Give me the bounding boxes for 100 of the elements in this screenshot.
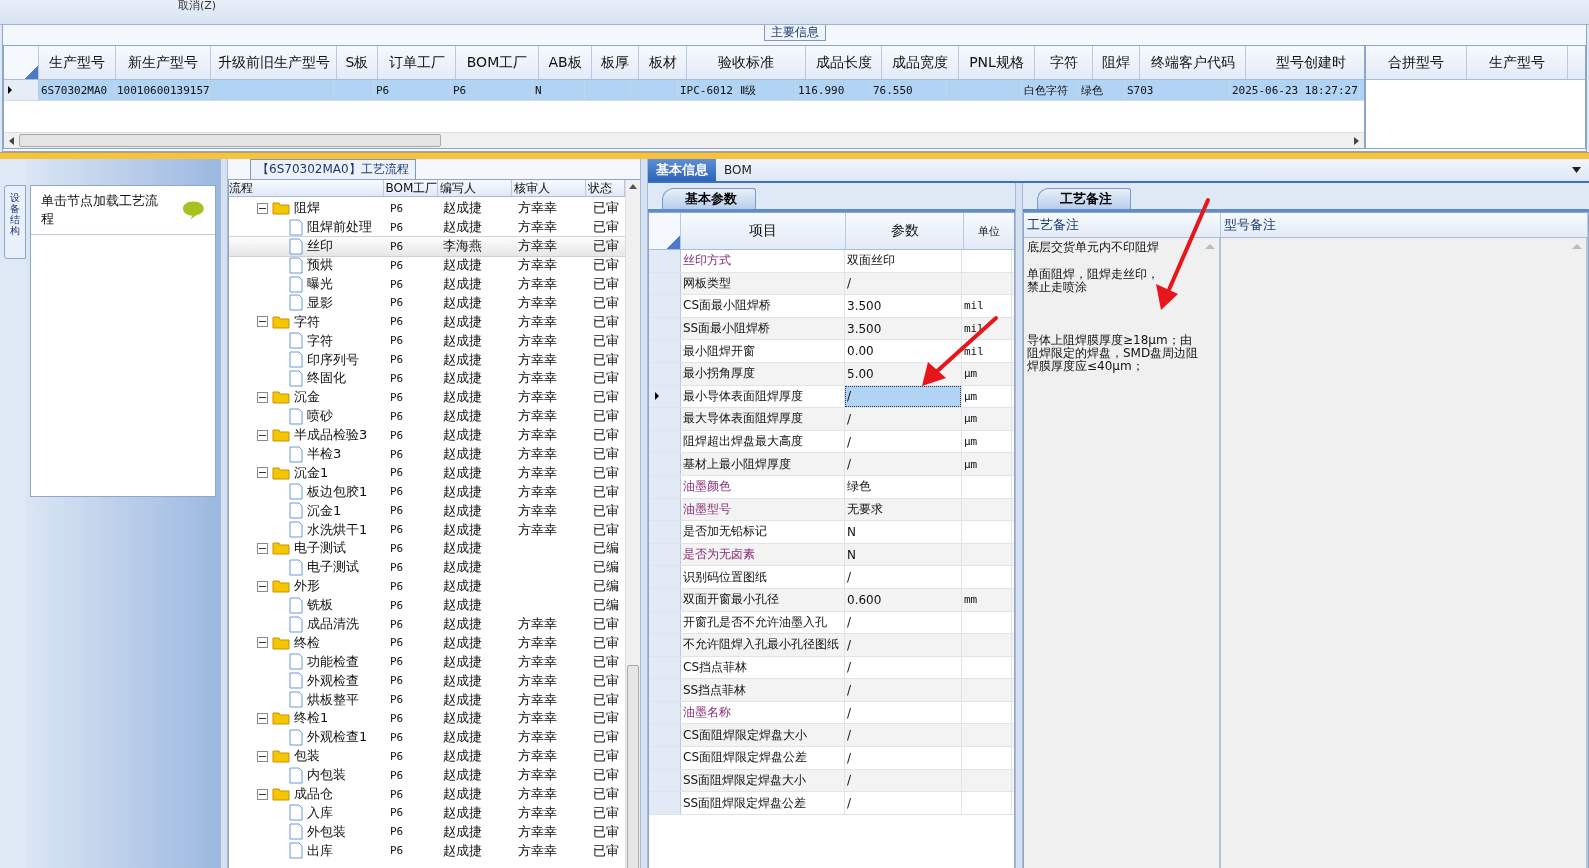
tree-row[interactable]: 终固化 P6 赵成捷 方幸幸 已审 bbox=[229, 369, 625, 388]
grid-row[interactable]: SS面阻焊限定焊盘公差 / bbox=[649, 792, 1014, 815]
tree-row[interactable]: 功能检查 P6 赵成捷 方幸幸 已审 bbox=[229, 652, 625, 672]
column-header[interactable]: S板 bbox=[337, 46, 378, 79]
parameter-value[interactable]: / bbox=[845, 408, 961, 430]
column-header[interactable]: AB板 bbox=[539, 46, 592, 79]
grid-row[interactable]: 丝印方式 双面丝印 bbox=[649, 250, 1014, 273]
parameter-value[interactable]: / bbox=[845, 701, 961, 724]
grid-row[interactable]: 6S70302MA0 10010600139157 P6 P6 N IPC-6012 Ⅱ级 116.990 76.550 白色字符 绿色 S703 2025-06-23 18:27:27 bbox=[4, 80, 1364, 101]
collapse-icon[interactable] bbox=[257, 750, 268, 762]
column-header[interactable]: 流程 bbox=[229, 180, 384, 196]
vertical-scrollbar[interactable] bbox=[625, 180, 640, 868]
tree-row[interactable]: 成品仓 P6 赵成捷 方幸幸 已审 bbox=[229, 784, 625, 804]
parameter-value[interactable]: / bbox=[845, 430, 961, 453]
tree-row[interactable]: 阻焊前处理 P6 赵成捷 方幸幸 已审 bbox=[229, 217, 625, 237]
tree-row[interactable]: 电子测试 P6 赵成捷 已编 bbox=[229, 557, 625, 577]
side-tab[interactable]: 设备结构 bbox=[4, 185, 26, 259]
column-header[interactable]: BOM工厂 bbox=[383, 180, 438, 196]
column-header[interactable]: 合拼型号 bbox=[1366, 46, 1467, 79]
collapse-icon[interactable] bbox=[257, 713, 268, 724]
tree-row[interactable]: 外包装 P6 赵成捷 方幸幸 已审 bbox=[229, 822, 625, 842]
grid-row[interactable]: 油墨名称 / bbox=[649, 701, 1014, 725]
parameter-value[interactable]: / bbox=[845, 385, 961, 408]
parameter-value[interactable]: / bbox=[845, 724, 961, 747]
tree-row[interactable]: 出库 P6 赵成捷 方幸幸 已审 bbox=[229, 841, 625, 861]
column-header[interactable]: 工艺备注 bbox=[1024, 213, 1221, 237]
grid-row[interactable]: 基材上最小阻焊厚度 / μm bbox=[649, 453, 1014, 476]
tree-row[interactable]: 外形 P6 赵成捷 已编 bbox=[229, 576, 625, 596]
column-header[interactable]: 核审人 bbox=[511, 180, 586, 196]
column-header[interactable]: 生产型号 bbox=[39, 46, 116, 79]
tree-row[interactable]: 沉金1 P6 赵成捷 方幸幸 已审 bbox=[229, 463, 625, 483]
tree-row[interactable]: 外观检查1 P6 赵成捷 方幸幸 已审 bbox=[229, 727, 625, 747]
column-header[interactable]: 项目 bbox=[681, 213, 846, 249]
splitter[interactable] bbox=[1015, 183, 1023, 868]
tree-row[interactable]: 阻焊 P6 赵成捷 方幸幸 已审 bbox=[229, 199, 625, 218]
grid-row[interactable]: CS挡点菲林 / bbox=[649, 656, 1014, 680]
row-header[interactable] bbox=[649, 385, 681, 408]
tree-row[interactable]: 终检1 P6 赵成捷 方幸幸 已审 bbox=[229, 709, 625, 728]
tab[interactable]: 基本信息 bbox=[648, 159, 716, 181]
parameter-value[interactable]: 0.600 bbox=[845, 588, 961, 611]
grid-row[interactable]: 网板类型 / bbox=[649, 272, 1014, 296]
collapse-icon[interactable] bbox=[257, 467, 268, 479]
tree-row[interactable]: 丝印 P6 李海燕 方幸幸 已审 bbox=[229, 236, 625, 256]
scroll-left-icon[interactable] bbox=[9, 136, 14, 145]
column-header[interactable]: 型号备注 bbox=[1221, 213, 1588, 237]
tree-row[interactable]: 板边包胶1 P6 赵成捷 方幸幸 已审 bbox=[229, 482, 625, 502]
parameter-value[interactable]: / bbox=[845, 656, 961, 679]
column-header[interactable]: 新生产型号 bbox=[116, 46, 211, 79]
grid-row[interactable]: 识别码位置图纸 / bbox=[649, 566, 1014, 589]
scroll-thumb[interactable] bbox=[19, 134, 441, 147]
grid-row[interactable]: CS面阻焊限定焊盘大小 / bbox=[649, 724, 1014, 748]
tree-row[interactable]: 烘板整平 P6 赵成捷 方幸幸 已审 bbox=[229, 690, 625, 710]
grid-row[interactable]: 最大导体表面阻焊厚度 / μm bbox=[649, 408, 1014, 431]
grid-row[interactable]: 不允许阻焊入孔最小孔径图纸 / bbox=[649, 634, 1014, 657]
grid-row[interactable]: 是否加无铅标记 N bbox=[649, 521, 1014, 544]
tree-row[interactable]: 沉金 P6 赵成捷 方幸幸 已审 bbox=[229, 387, 625, 407]
parameter-value[interactable]: / bbox=[845, 634, 961, 656]
column-header[interactable]: 参数 bbox=[846, 213, 964, 249]
parameter-value[interactable]: / bbox=[845, 747, 961, 769]
tree-row[interactable]: 终检 P6 赵成捷 方幸幸 已审 bbox=[229, 633, 625, 653]
column-header[interactable]: 升级前旧生产型号 bbox=[211, 46, 337, 79]
collapse-icon[interactable] bbox=[257, 429, 268, 441]
tree-row[interactable]: 入库 P6 赵成捷 方幸幸 已审 bbox=[229, 803, 625, 823]
column-header[interactable]: BOM工厂 bbox=[456, 46, 539, 79]
tree-row[interactable]: 沉金1 P6 赵成捷 方幸幸 已审 bbox=[229, 501, 625, 521]
column-header[interactable]: 编写人 bbox=[437, 180, 512, 196]
tab[interactable]: 基本参数 bbox=[662, 188, 756, 209]
collapse-icon[interactable] bbox=[257, 202, 268, 214]
tree-row[interactable]: 外观检查 P6 赵成捷 方幸幸 已审 bbox=[229, 671, 625, 691]
tree-row[interactable]: 半检3 P6 赵成捷 方幸幸 已审 bbox=[229, 444, 625, 464]
column-header[interactable]: 验收标准 bbox=[687, 46, 806, 79]
parameter-value[interactable]: / bbox=[845, 679, 961, 701]
column-header[interactable]: 成品宽度 bbox=[882, 46, 959, 79]
tree-row[interactable]: 印序列号 P6 赵成捷 方幸幸 已审 bbox=[229, 350, 625, 369]
column-header[interactable]: 字符 bbox=[1035, 46, 1093, 79]
tree-row[interactable]: 曝光 P6 赵成捷 方幸幸 已审 bbox=[229, 274, 625, 294]
column-header[interactable]: 订单工厂 bbox=[378, 46, 456, 79]
splitter[interactable] bbox=[220, 159, 228, 868]
parameter-value[interactable]: / bbox=[845, 453, 961, 475]
column-header[interactable]: 生产型号 bbox=[1467, 46, 1568, 79]
tab[interactable]: 工艺备注 bbox=[1037, 188, 1131, 209]
parameter-value[interactable]: 3.500 bbox=[845, 295, 961, 317]
parameter-value[interactable]: N bbox=[845, 521, 961, 543]
parameter-value[interactable]: / bbox=[845, 792, 961, 814]
grid-row[interactable]: 油墨型号 无要求 bbox=[649, 498, 1014, 522]
column-header[interactable]: 板材 bbox=[639, 46, 687, 79]
cancel-label[interactable]: 取消(Z) bbox=[178, 0, 217, 12]
grid-row[interactable]: 是否为无卤素 N bbox=[649, 543, 1014, 567]
grid-row[interactable]: SS挡点菲林 / bbox=[649, 679, 1014, 702]
column-header[interactable]: PNL规格 bbox=[959, 46, 1035, 79]
tree-row[interactable]: 包装 P6 赵成捷 方幸幸 已审 bbox=[229, 746, 625, 766]
tree-row[interactable]: 预烘 P6 赵成捷 方幸幸 已审 bbox=[229, 255, 625, 275]
parameter-value[interactable]: N bbox=[845, 543, 961, 566]
splitter[interactable] bbox=[0, 152, 1589, 159]
scroll-up-icon[interactable] bbox=[629, 184, 637, 189]
grid-row[interactable]: 双面开窗最小孔径 0.600 mm bbox=[649, 588, 1014, 612]
scroll-right-icon[interactable] bbox=[1354, 136, 1359, 145]
grid-row[interactable]: CS面最小阻焊桥 3.500 mil bbox=[649, 295, 1014, 318]
tree-row[interactable]: 字符 P6 赵成捷 方幸幸 已审 bbox=[229, 312, 625, 332]
column-header[interactable]: 阻焊 bbox=[1093, 46, 1140, 79]
